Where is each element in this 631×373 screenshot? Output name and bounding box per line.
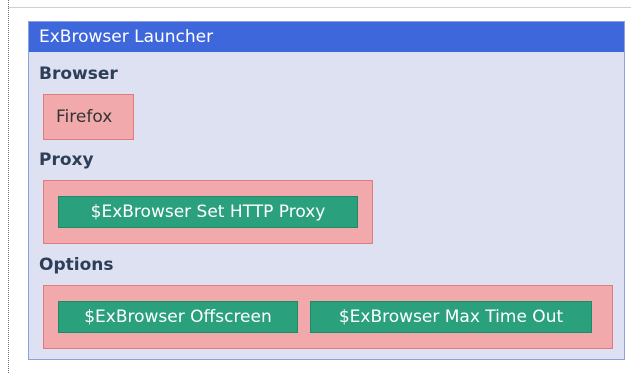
- set-http-proxy-button[interactable]: $ExBrowser Set HTTP Proxy: [58, 196, 358, 228]
- offscreen-button[interactable]: $ExBrowser Offscreen: [58, 301, 298, 333]
- browser-group[interactable]: Firefox: [43, 94, 134, 140]
- workspace: ExBrowser Launcher Browser Firefox Proxy…: [0, 0, 631, 373]
- options-group: $ExBrowser Offscreen $ExBrowser Max Time…: [43, 285, 613, 349]
- options-section-label: Options: [39, 255, 114, 275]
- browser-section-label: Browser: [39, 64, 118, 84]
- dotted-guide-line: [8, 0, 9, 373]
- frame-top-line: [8, 7, 631, 8]
- proxy-section-label: Proxy: [39, 150, 94, 170]
- launcher-panel: ExBrowser Launcher Browser Firefox Proxy…: [28, 21, 625, 360]
- max-time-out-button[interactable]: $ExBrowser Max Time Out: [310, 301, 592, 333]
- browser-value: Firefox: [56, 107, 113, 127]
- proxy-group: $ExBrowser Set HTTP Proxy: [43, 180, 373, 244]
- panel-title: ExBrowser Launcher: [29, 22, 624, 52]
